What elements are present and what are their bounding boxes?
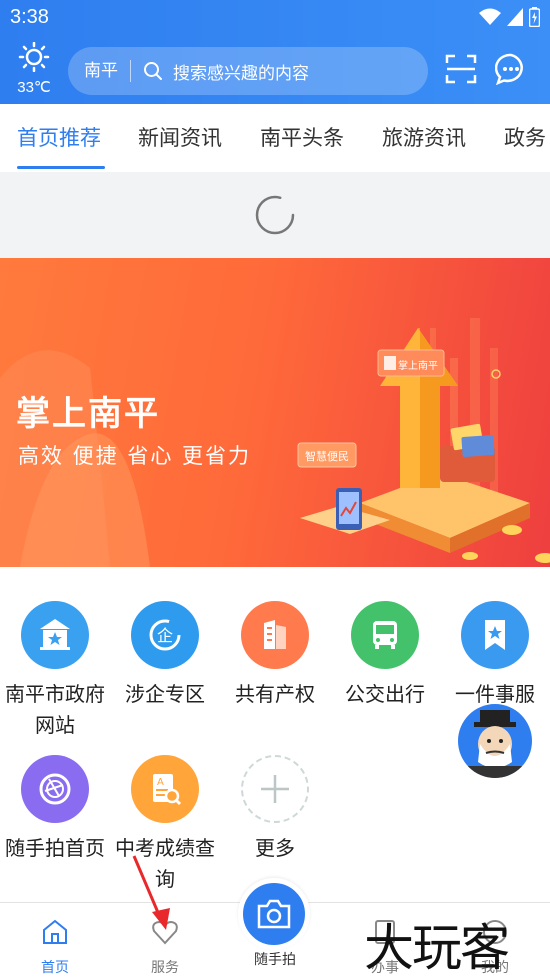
service-label: 共有产权 (235, 682, 315, 706)
city-selector[interactable]: 南平 (68, 60, 131, 82)
search-placeholder[interactable]: 搜索感兴趣的内容 (173, 59, 309, 84)
banner-title: 掌上南平 (16, 394, 160, 434)
scan-button[interactable] (444, 52, 478, 86)
tab-recommended[interactable]: 首页推荐 (17, 122, 101, 152)
service-label: 公交出行 (345, 682, 425, 706)
service-government-site[interactable]: 南平市政府网站 (0, 601, 110, 741)
svg-text:企: 企 (157, 626, 173, 645)
scan-icon (445, 54, 477, 84)
battery-icon (529, 7, 540, 27)
loading-spinner-icon (255, 195, 295, 235)
nav-label: 随手拍 (254, 952, 296, 968)
promo-banner[interactable]: 掌上南平 智慧便民 掌上南平 高效 便捷 省心 更省力 (0, 258, 550, 567)
signal-icon (507, 8, 523, 26)
enterprise-icon: 企 (131, 601, 199, 669)
service-bus-travel[interactable]: 公交出行 (330, 601, 440, 710)
service-snapshot-home[interactable]: 随手拍首页 (0, 755, 110, 864)
card-label: 掌上南平 (398, 361, 438, 372)
banner-subtitle: 高效 便捷 省心 更省力 (18, 444, 252, 468)
service-shared-property[interactable]: 共有产权 (220, 601, 330, 710)
service-label: 随手拍首页 (5, 836, 105, 860)
active-tab-indicator (17, 166, 105, 169)
home-icon (43, 919, 67, 944)
category-tabs: 首页推荐 新闻资讯 南平头条 旅游资讯 政务 (0, 104, 550, 172)
service-label: 更多 (255, 836, 295, 860)
status-bar: 3:38 (0, 0, 550, 36)
service-one-matter[interactable]: 一件事服 (440, 601, 550, 710)
bus-icon (351, 601, 419, 669)
watermark-text: 大玩客 (364, 919, 510, 977)
tab-travel[interactable]: 旅游资讯 (382, 122, 466, 152)
mascot-avatar-icon (468, 710, 522, 778)
snapshot-camera-button[interactable] (238, 878, 310, 950)
nav-snapshot[interactable]: 随手拍 (235, 949, 315, 969)
assistant-mascot[interactable] (458, 704, 532, 778)
tab-nanping-headlines[interactable]: 南平头条 (260, 122, 344, 152)
nav-home[interactable]: 首页 (15, 917, 95, 977)
service-label: 南平市政府网站 (5, 682, 105, 737)
bookmark-star-icon (461, 601, 529, 669)
red-arrow-annotation (132, 855, 170, 930)
tab-government[interactable]: 政务 (504, 122, 546, 152)
camera-icon (257, 899, 291, 929)
system-icons (479, 7, 540, 27)
status-time: 3:38 (10, 6, 49, 28)
service-more[interactable]: 更多 (220, 755, 330, 864)
camera-aperture-icon (21, 755, 89, 823)
nav-label: 服务 (151, 960, 179, 976)
service-label: 涉企专区 (125, 682, 205, 706)
sun-icon (18, 41, 50, 73)
tab-news[interactable]: 新闻资讯 (138, 122, 222, 152)
nav-label: 首页 (41, 960, 69, 976)
score-search-icon: A (131, 755, 199, 823)
government-building-icon (21, 601, 89, 669)
loading-area (0, 172, 550, 258)
temperature: 33℃ (17, 79, 51, 96)
weather-widget[interactable]: 33℃ (12, 41, 56, 96)
svg-text:A: A (157, 777, 164, 788)
plus-icon (241, 755, 309, 823)
service-enterprise-zone[interactable]: 企 涉企专区 (110, 601, 220, 710)
message-button[interactable] (494, 52, 528, 86)
wifi-icon (479, 8, 501, 25)
search-icon (143, 61, 163, 81)
buildings-icon (241, 601, 309, 669)
app-header: 3:38 33℃ 南平 搜索感兴趣的内容 (0, 0, 550, 104)
chat-bubble-icon (495, 53, 523, 85)
search-bar[interactable]: 南平 搜索感兴趣的内容 (68, 47, 428, 95)
tag-label: 智慧便民 (305, 450, 349, 463)
